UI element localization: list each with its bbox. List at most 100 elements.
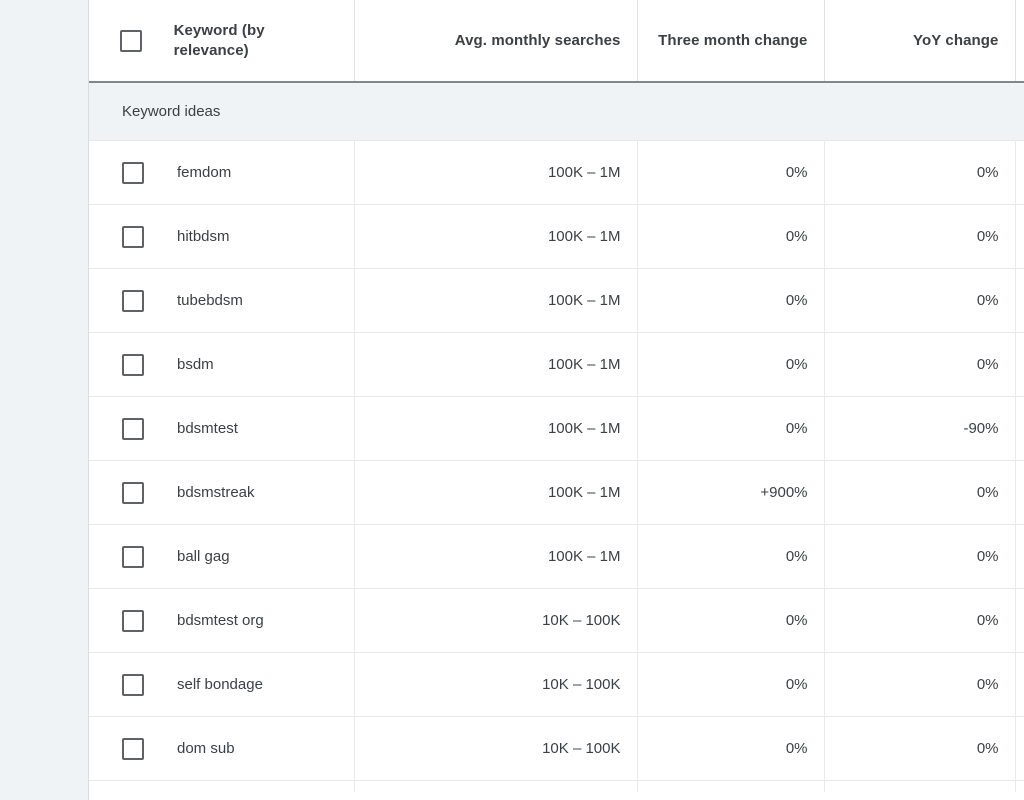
cell-overflow — [1015, 140, 1024, 205]
checkbox-unchecked-icon[interactable] — [122, 161, 144, 184]
cell-keyword[interactable]: bdsmtest org — [89, 588, 355, 653]
yoy-change-value: 0% — [976, 548, 999, 565]
cell-keyword[interactable]: dom sub — [89, 716, 355, 781]
cell-yoy-change: 0% — [824, 716, 1016, 781]
checkbox-unchecked-icon[interactable] — [122, 417, 144, 440]
cell-partial — [824, 780, 1016, 792]
column-header-overflow — [1015, 0, 1024, 83]
table-body: Keyword ideas femdom 100K – 1M 0% 0% hitbdsm… — [89, 82, 1024, 792]
row-checkbox-cell[interactable] — [89, 545, 177, 568]
three-month-change-value: 0% — [785, 420, 808, 437]
checkbox-unchecked-icon[interactable] — [122, 481, 144, 504]
three-month-change-value: 0% — [785, 292, 808, 309]
cell-three-month-change: 0% — [637, 396, 825, 461]
cell-partial — [1015, 780, 1024, 792]
avg-monthly-searches-value: 100K – 1M — [547, 420, 621, 437]
table-row[interactable]: hitbdsm 100K – 1M 0% 0% — [89, 204, 1024, 269]
three-month-change-value: 0% — [785, 228, 808, 245]
section-header-label: Keyword ideas — [122, 103, 221, 120]
section-header-row: Keyword ideas — [89, 82, 1024, 141]
row-checkbox-cell[interactable] — [89, 417, 177, 440]
avg-monthly-searches-value: 100K – 1M — [547, 292, 621, 309]
column-header-yoy-change-label: YoY change — [913, 31, 999, 49]
yoy-change-value: 0% — [976, 228, 999, 245]
cell-overflow — [1015, 332, 1024, 397]
three-month-change-value: 0% — [785, 612, 808, 629]
column-header-three-month-change-label: Three month change — [658, 31, 808, 49]
row-checkbox-cell[interactable] — [89, 161, 177, 184]
keyword-planner-table-screen: Keyword (by relevance) Avg. monthly sear… — [0, 0, 1024, 800]
cell-keyword[interactable]: bdsmstreak — [89, 460, 355, 525]
checkbox-unchecked-icon[interactable] — [122, 737, 144, 760]
cell-keyword[interactable]: bsdm — [89, 332, 355, 397]
three-month-change-value: +900% — [760, 484, 808, 501]
three-month-change-value: 0% — [785, 740, 808, 757]
keyword-label: bdsmtest org — [177, 612, 264, 629]
cell-avg-monthly-searches: 10K – 100K — [354, 652, 638, 717]
cell-avg-monthly-searches: 100K – 1M — [354, 332, 638, 397]
table-row[interactable]: dom sub 10K – 100K 0% 0% — [89, 716, 1024, 781]
cell-overflow — [1015, 396, 1024, 461]
table-row[interactable]: tubebdsm 100K – 1M 0% 0% — [89, 268, 1024, 333]
yoy-change-value: 0% — [976, 356, 999, 373]
table-row[interactable]: femdom 100K – 1M 0% 0% — [89, 140, 1024, 205]
row-checkbox-cell[interactable] — [89, 673, 177, 696]
keyword-label: femdom — [177, 164, 232, 181]
cell-keyword[interactable]: self bondage — [89, 652, 355, 717]
checkbox-unchecked-icon[interactable] — [122, 225, 144, 248]
cell-keyword[interactable]: bdsmtest — [89, 396, 355, 461]
keyword-label: ball gag — [177, 548, 230, 565]
yoy-change-value: 0% — [976, 484, 999, 501]
cell-three-month-change: 0% — [637, 268, 825, 333]
column-header-avg-monthly-searches[interactable]: Avg. monthly searches — [354, 0, 638, 83]
checkbox-unchecked-icon[interactable] — [122, 673, 144, 696]
row-checkbox-cell[interactable] — [89, 225, 177, 248]
cell-keyword[interactable]: hitbdsm — [89, 204, 355, 269]
cell-avg-monthly-searches: 100K – 1M — [354, 396, 638, 461]
cell-overflow — [1015, 268, 1024, 333]
column-header-three-month-change[interactable]: Three month change — [637, 0, 825, 83]
row-checkbox-cell[interactable] — [89, 737, 177, 760]
cell-avg-monthly-searches: 100K – 1M — [354, 140, 638, 205]
table-row[interactable]: bsdm 100K – 1M 0% 0% — [89, 332, 1024, 397]
row-checkbox-cell[interactable] — [89, 481, 177, 504]
table-row[interactable]: ball gag 100K – 1M 0% 0% — [89, 524, 1024, 589]
cell-overflow — [1015, 652, 1024, 717]
cell-three-month-change: 0% — [637, 140, 825, 205]
keyword-label: tubebdsm — [177, 292, 243, 309]
row-checkbox-cell[interactable] — [89, 353, 177, 376]
cell-partial — [89, 780, 355, 792]
keyword-label: bdsmstreak — [177, 484, 255, 501]
column-header-keyword[interactable]: Keyword (by relevance) — [89, 0, 355, 83]
cell-partial — [354, 780, 638, 792]
cell-three-month-change: 0% — [637, 588, 825, 653]
cell-keyword[interactable]: femdom — [89, 140, 355, 205]
checkbox-unchecked-icon[interactable] — [120, 29, 143, 52]
cell-yoy-change: 0% — [824, 204, 1016, 269]
table-row-partial[interactable] — [89, 780, 1024, 792]
yoy-change-value: 0% — [976, 612, 999, 629]
cell-overflow — [1015, 460, 1024, 525]
cell-yoy-change: -90% — [824, 396, 1016, 461]
table-row[interactable]: bdsmtest org 10K – 100K 0% 0% — [89, 588, 1024, 653]
cell-three-month-change: +900% — [637, 460, 825, 525]
cell-three-month-change: 0% — [637, 652, 825, 717]
checkbox-unchecked-icon[interactable] — [122, 609, 144, 632]
select-all-checkbox-cell[interactable] — [89, 29, 174, 52]
column-header-yoy-change[interactable]: YoY change — [824, 0, 1016, 83]
cell-avg-monthly-searches: 100K – 1M — [354, 204, 638, 269]
cell-keyword[interactable]: tubebdsm — [89, 268, 355, 333]
three-month-change-value: 0% — [785, 356, 808, 373]
cell-keyword[interactable]: ball gag — [89, 524, 355, 589]
table-row[interactable]: bdsmstreak 100K – 1M +900% 0% — [89, 460, 1024, 525]
table-row[interactable]: bdsmtest 100K – 1M 0% -90% — [89, 396, 1024, 461]
checkbox-unchecked-icon[interactable] — [122, 289, 144, 312]
avg-monthly-searches-value: 100K – 1M — [547, 548, 621, 565]
keyword-label: dom sub — [177, 740, 235, 757]
cell-yoy-change: 0% — [824, 332, 1016, 397]
checkbox-unchecked-icon[interactable] — [122, 545, 144, 568]
checkbox-unchecked-icon[interactable] — [122, 353, 144, 376]
row-checkbox-cell[interactable] — [89, 609, 177, 632]
row-checkbox-cell[interactable] — [89, 289, 177, 312]
table-row[interactable]: self bondage 10K – 100K 0% 0% — [89, 652, 1024, 717]
